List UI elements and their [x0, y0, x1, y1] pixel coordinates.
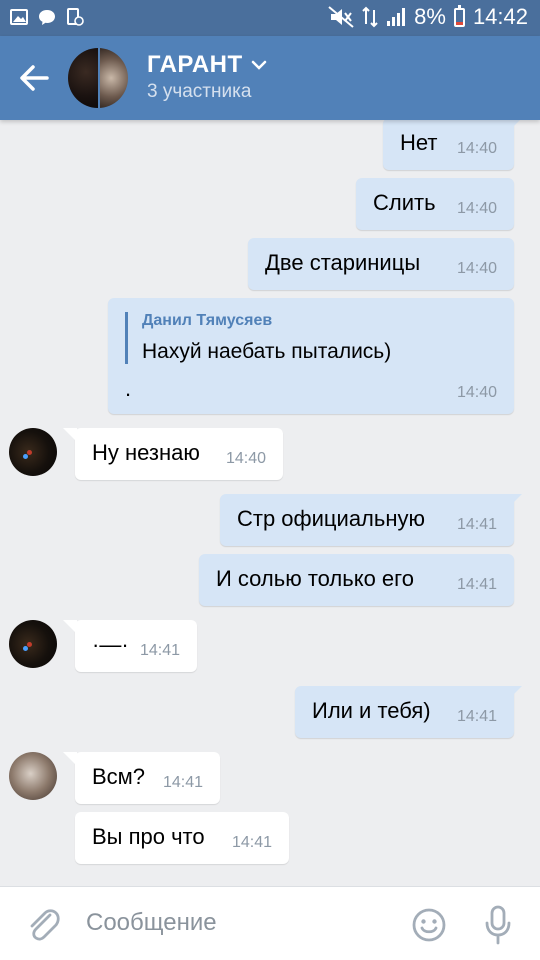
message-time: 14:41 — [456, 708, 497, 725]
chat-title-text: ГАРАНТ — [147, 51, 243, 78]
sender-avatar[interactable] — [9, 428, 57, 476]
back-button[interactable] — [14, 58, 54, 98]
signal-icon — [387, 8, 406, 26]
bubble-tail — [63, 428, 77, 442]
chevron-down-icon — [251, 60, 266, 70]
message-time: 14:41 — [139, 642, 180, 659]
message-time: 14:41 — [162, 774, 203, 791]
sender-avatar[interactable] — [9, 620, 57, 668]
message-text: Всм? — [92, 764, 146, 789]
message-text: ·—· — [92, 632, 129, 657]
message-bubble-outgoing[interactable]: И солью только его 14:41 — [199, 554, 514, 606]
notification-icons — [10, 8, 84, 26]
clock: 14:42 — [472, 4, 528, 29]
message-time: 14:41 — [456, 576, 497, 593]
microphone-icon[interactable] — [484, 905, 512, 945]
sync-icon — [67, 8, 84, 26]
message-text: Ну незнаю — [92, 440, 200, 465]
message-text: Вы про что — [92, 824, 205, 849]
paperclip-icon[interactable] — [26, 905, 60, 943]
message-input[interactable] — [86, 909, 386, 937]
message-bubble-outgoing[interactable]: Нет 14:40 — [383, 118, 522, 170]
chat-avatar[interactable] — [68, 48, 128, 108]
message-bubble-outgoing[interactable]: Или и тебя) 14:41 — [295, 686, 522, 738]
message-icon — [39, 10, 55, 25]
message-time: 14:41 — [456, 516, 497, 533]
message-bubble-outgoing-reply[interactable]: Данил Тямусяев Нахуй наебать пытались) .… — [108, 298, 514, 414]
message-composer — [0, 886, 540, 960]
reply-quote[interactable]: Данил Тямусяев Нахуй наебать пытались) — [125, 312, 391, 364]
message-time: 14:40 — [456, 200, 497, 217]
status-right: 8% 14:42 — [328, 4, 528, 30]
message-text: Две стариницы — [265, 250, 421, 275]
reply-text: Нахуй наебать пытались) — [142, 340, 392, 363]
emoji-icon[interactable] — [411, 907, 447, 943]
avatar-part — [68, 48, 98, 108]
data-arrows-icon — [362, 6, 378, 28]
chat-header: ГАРАНТ 3 участника — [0, 36, 540, 120]
battery-icon — [453, 4, 465, 27]
message-text: Слить — [373, 190, 436, 215]
bubble-tail — [508, 686, 522, 700]
bubble-tail — [508, 494, 522, 508]
arrow-left-icon — [20, 65, 49, 91]
reply-author: Данил Тямусяев — [142, 312, 273, 329]
message-bubble-outgoing[interactable]: Стр официальную 14:41 — [220, 494, 522, 546]
message-text: Стр официальную — [237, 506, 426, 531]
message-time: 14:40 — [456, 384, 497, 401]
message-bubble-incoming[interactable]: Вы про что 14:41 — [75, 812, 289, 864]
bubble-tail — [508, 118, 522, 132]
status-bar: 8% 14:42 — [0, 0, 540, 36]
battery-percent: 8% — [414, 4, 446, 29]
message-bubble-outgoing[interactable]: Слить 14:40 — [356, 178, 514, 230]
sender-avatar[interactable] — [9, 752, 57, 800]
bubble-tail — [63, 620, 77, 634]
chat-title[interactable]: ГАРАНТ — [147, 51, 267, 79]
mute-icon — [328, 6, 354, 28]
message-time: 14:40 — [225, 450, 266, 467]
message-text: И солью только его — [216, 566, 414, 591]
bubble-tail — [63, 752, 77, 766]
message-bubble-outgoing[interactable]: Две стариницы 14:40 — [248, 238, 514, 290]
message-bubble-incoming[interactable]: Всм? 14:41 — [63, 752, 220, 804]
message-bubble-incoming[interactable]: ·—· 14:41 — [63, 620, 197, 672]
participants-count[interactable]: 3 участника — [147, 81, 251, 103]
message-text: Нет — [400, 130, 438, 155]
message-bubble-incoming[interactable]: Ну незнаю 14:40 — [63, 428, 283, 480]
message-time: 14:40 — [456, 140, 497, 157]
message-time: 14:41 — [231, 834, 272, 851]
avatar-part — [98, 48, 128, 108]
message-time: 14:40 — [456, 260, 497, 277]
gallery-icon — [10, 9, 28, 25]
message-text: Или и тебя) — [312, 698, 431, 723]
message-text: . — [125, 376, 132, 401]
